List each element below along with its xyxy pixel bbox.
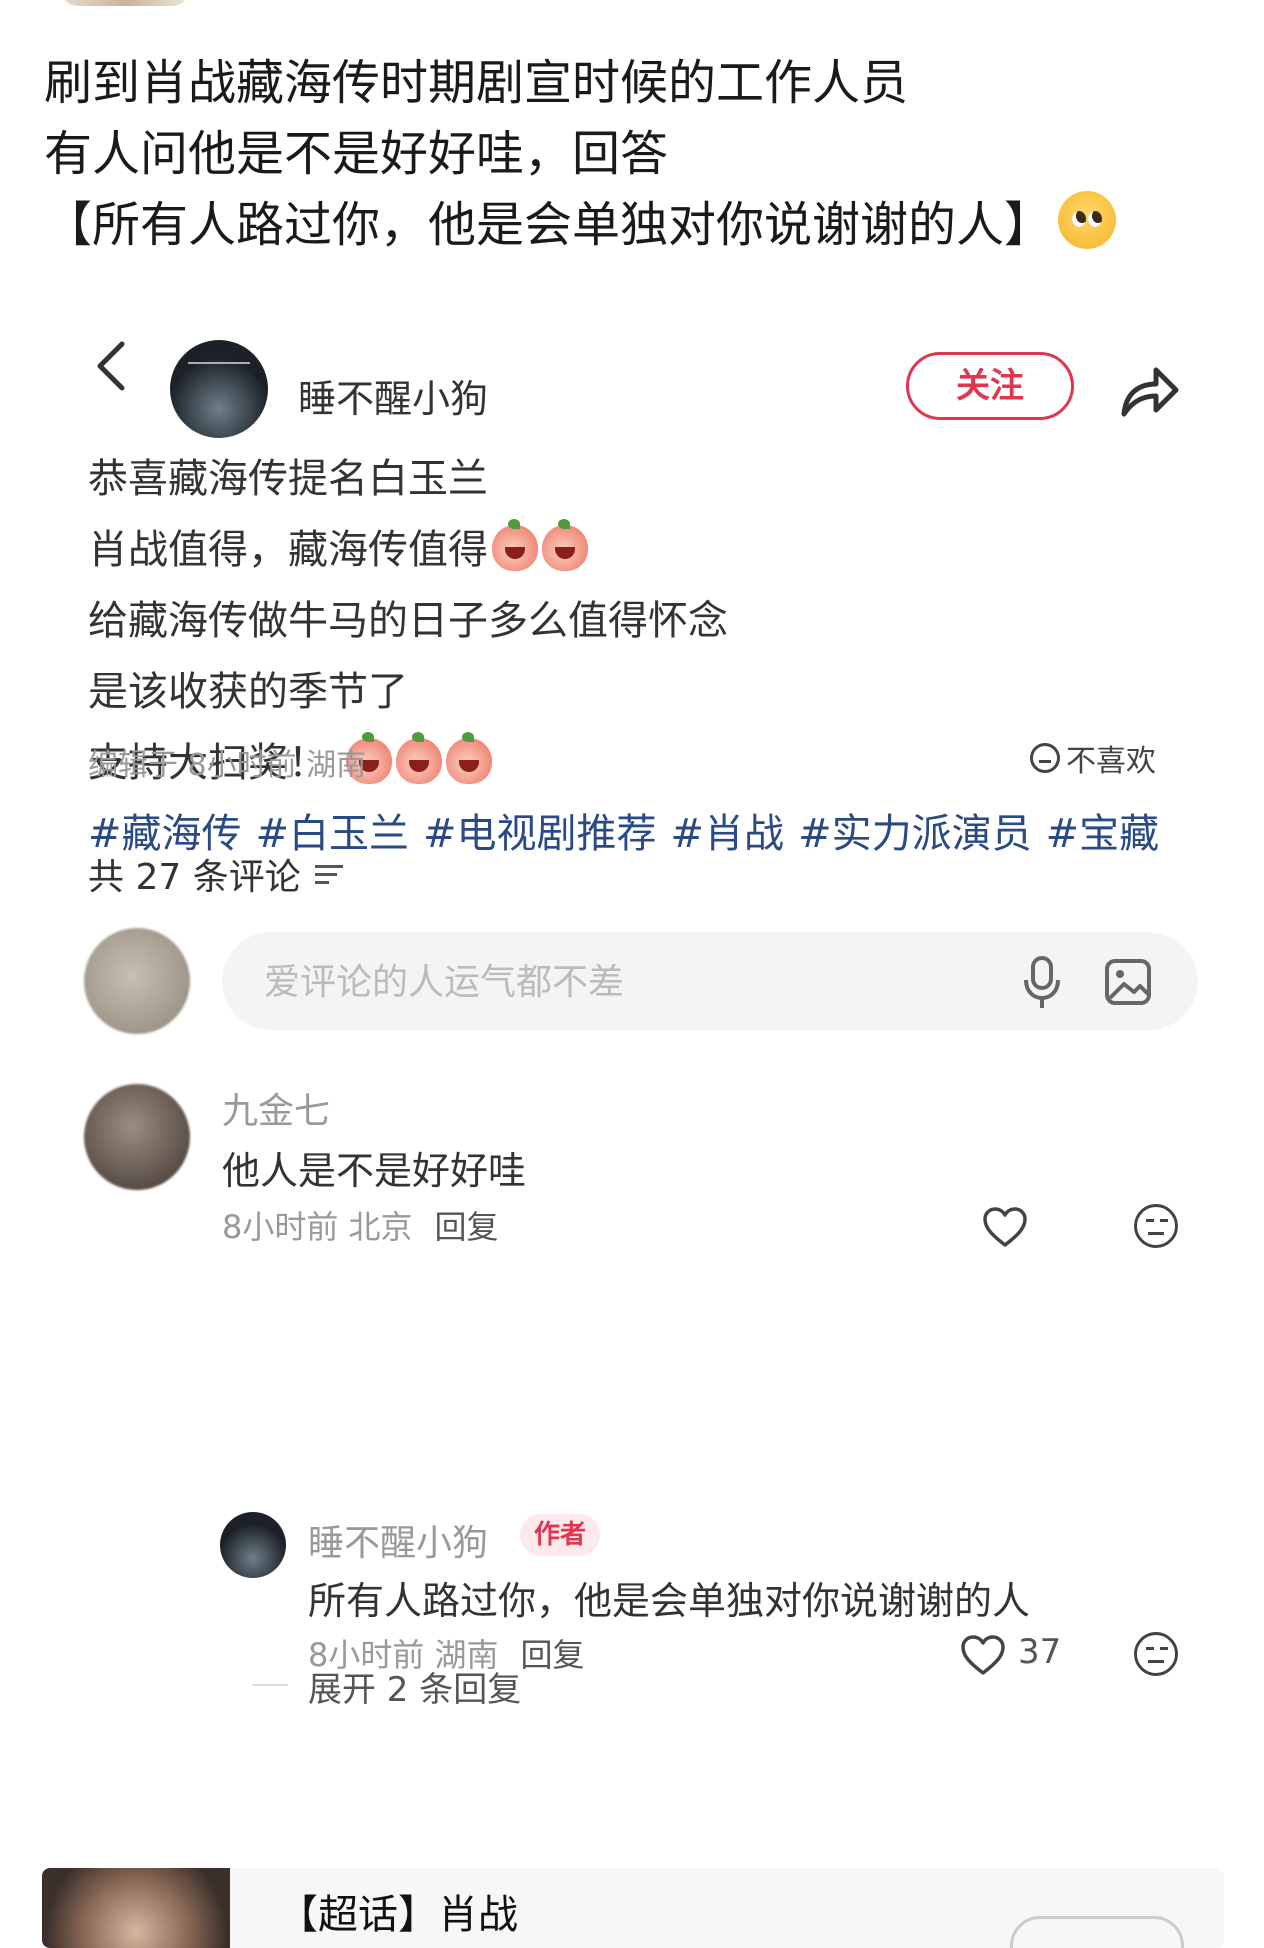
body-line-2: 肖战值得，藏海传值得 — [88, 519, 1208, 579]
comment-count: 共 27 条评论 — [88, 848, 343, 900]
share-icon[interactable] — [1118, 362, 1180, 420]
peach-emoji-icon — [396, 732, 442, 784]
peach-emoji-icon — [446, 732, 492, 784]
comment-time: 8小时前 北京 — [222, 1208, 413, 1246]
hashtag-link[interactable]: #肖战 — [671, 811, 785, 857]
author-name[interactable]: 睡不醒小狗 — [308, 1514, 488, 1566]
image-icon[interactable] — [1104, 958, 1152, 1006]
author-badge: 作者 — [520, 1514, 601, 1556]
post-line-1: 刷到肖战藏海传时期剧宣时候的工作人员 — [44, 55, 909, 111]
reply-text: 所有人路过你，他是会单独对你说谢谢的人 — [308, 1579, 1031, 1623]
like-count: 37 — [1018, 1632, 1062, 1672]
body-line-2-text: 肖战值得，藏海传值得 — [88, 527, 488, 573]
comment-count-label: 共 27 条评论 — [88, 857, 301, 898]
post-line-2: 有人问他是不是好好哇，回答 — [44, 126, 669, 182]
dislike-face-icon[interactable] — [1134, 1632, 1178, 1676]
follow-button[interactable]: 关注 — [906, 352, 1074, 420]
reply-button[interactable]: 回复 — [521, 1636, 585, 1674]
pleading-face-icon — [1058, 191, 1117, 249]
body-line-3: 给藏海传做牛马的日子多么值得怀念 — [88, 598, 728, 644]
heart-icon[interactable] — [960, 1634, 1006, 1676]
back-icon[interactable] — [92, 338, 132, 394]
post-line-3: 【所有人路过你，他是会单独对你说谢谢的人】 — [44, 190, 1224, 261]
nav-bar: 睡不醒小狗 关注 — [0, 310, 1264, 438]
supertopic-thumbnail — [42, 1868, 230, 1948]
comment-text: 他人是不是好好哇 — [222, 1149, 527, 1193]
edit-meta: 编辑于 8小时前 湖南 — [88, 748, 367, 783]
post-body: 恭喜藏海传提名白玉兰 肖战值得，藏海传值得 给藏海传做牛马的日子多么值得怀念 是… — [88, 450, 1208, 863]
expand-replies-button[interactable]: 展开 2 条回复 — [308, 1662, 521, 1711]
my-avatar — [84, 928, 190, 1034]
comment-input-box[interactable] — [222, 932, 1198, 1030]
post-text: 刷到肖战藏海传时期剧宣时候的工作人员 有人问他是不是好好哇，回答 【所有人路过你… — [44, 48, 1224, 261]
author-avatar[interactable] — [220, 1512, 286, 1578]
profile-name[interactable]: 睡不醒小狗 — [298, 368, 488, 423]
embedded-screenshot: 睡不醒小狗 关注 恭喜藏海传提名白玉兰 肖战值得，藏海传值得 给藏海传做牛马的日… — [0, 280, 1264, 1820]
commenter-name[interactable]: 九金七 — [222, 1082, 330, 1134]
post-line-3-text: 【所有人路过你，他是会单独对你说谢谢的人】 — [44, 197, 1053, 253]
dislike-face-icon[interactable] — [1134, 1204, 1178, 1248]
supertopic-title: 【超话】肖战 — [278, 1892, 518, 1938]
top-avatar-strip — [60, 0, 190, 6]
comment-input[interactable] — [262, 956, 986, 1008]
neutral-face-icon — [1030, 743, 1060, 773]
dislike-label: 不喜欢 — [1066, 744, 1156, 779]
profile-avatar[interactable] — [170, 340, 268, 438]
expand-divider — [252, 1684, 288, 1686]
heart-icon[interactable] — [982, 1206, 1028, 1248]
hashtag-link[interactable]: #宝藏 — [1046, 811, 1160, 857]
body-line-4: 是该收获的季节了 — [88, 669, 408, 715]
dislike-button[interactable]: 不喜欢 — [1030, 736, 1156, 780]
commenter-avatar[interactable] — [84, 1084, 190, 1190]
peach-emoji-icon — [492, 519, 538, 571]
supertopic-card[interactable]: 【超话】肖战 — [42, 1868, 1224, 1948]
hashtag-link[interactable]: #实力派演员 — [798, 811, 1032, 857]
hashtag-link[interactable]: #电视剧推荐 — [423, 811, 657, 857]
sort-icon[interactable] — [314, 863, 343, 885]
comment-meta: 8小时前 北京 回复 — [222, 1202, 499, 1248]
supertopic-button[interactable] — [1010, 1916, 1184, 1948]
microphone-icon[interactable] — [1022, 954, 1062, 1010]
peach-emoji-icon — [542, 519, 588, 571]
body-line-1: 恭喜藏海传提名白玉兰 — [88, 456, 488, 502]
reply-button[interactable]: 回复 — [435, 1208, 499, 1246]
